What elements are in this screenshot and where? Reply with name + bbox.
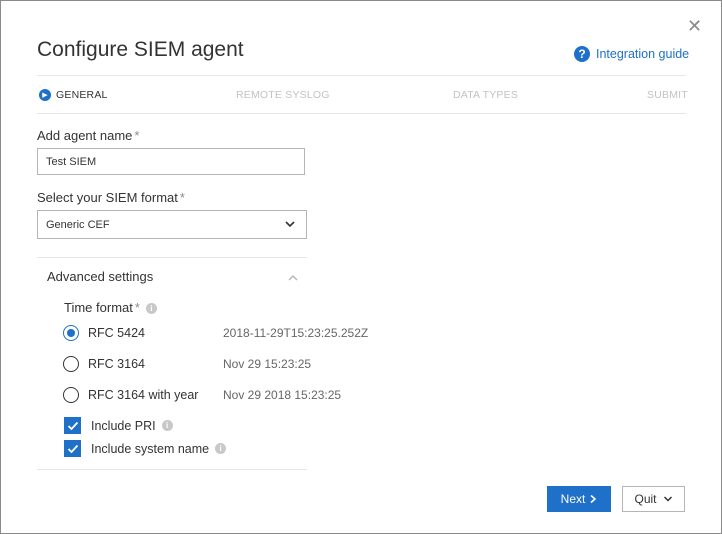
required-marker: * bbox=[179, 190, 185, 205]
siem-format-select[interactable]: Generic CEF bbox=[37, 210, 307, 239]
radio-selected[interactable] bbox=[63, 325, 79, 341]
option-label: RFC 3164 bbox=[88, 357, 145, 371]
step-general: ▶ GENERAL bbox=[39, 89, 108, 101]
chevron-right-icon bbox=[590, 494, 597, 504]
steps-divider bbox=[37, 113, 686, 114]
time-format-option-rfc3164[interactable]: RFC 3164 bbox=[63, 356, 145, 372]
quit-button[interactable]: Quit bbox=[622, 486, 685, 512]
step-general-label: GENERAL bbox=[56, 89, 108, 101]
info-icon[interactable]: i bbox=[215, 443, 227, 454]
include-pri-checkbox[interactable]: Include PRI i bbox=[64, 417, 173, 434]
include-system-name-label: Include system name bbox=[91, 441, 210, 456]
close-icon[interactable]: ✕ bbox=[687, 17, 702, 35]
next-button-label: Next bbox=[560, 492, 586, 506]
integration-guide-link[interactable]: ? Integration guide bbox=[574, 46, 689, 62]
time-format-example: 2018-11-29T15:23:25.252Z bbox=[223, 326, 369, 340]
chevron-down-icon bbox=[285, 221, 295, 228]
time-format-label: Time format * i bbox=[64, 300, 157, 315]
quit-button-label: Quit bbox=[634, 492, 657, 506]
agent-name-label: Add agent name * bbox=[37, 128, 139, 143]
wizard-steps: ▶ GENERAL REMOTE SYSLOG DATA TYPES SUBMI… bbox=[37, 89, 688, 103]
checkmark-icon[interactable] bbox=[64, 417, 81, 434]
siem-format-label-text: Select your SIEM format bbox=[37, 190, 178, 205]
time-format-option-rfc3164-year[interactable]: RFC 3164 with year bbox=[63, 387, 198, 403]
time-format-example: Nov 29 2018 15:23:25 bbox=[223, 388, 342, 402]
step-submit: SUBMIT bbox=[647, 89, 688, 101]
chevron-up-icon[interactable] bbox=[287, 273, 299, 283]
radio-unselected[interactable] bbox=[63, 356, 79, 372]
time-format-option-rfc5424[interactable]: RFC 5424 bbox=[63, 325, 145, 341]
agent-name-label-text: Add agent name bbox=[37, 128, 133, 143]
siem-format-value: Generic CEF bbox=[46, 218, 110, 231]
step-remote-syslog: REMOTE SYSLOG bbox=[236, 89, 330, 101]
chevron-down-icon bbox=[663, 496, 672, 502]
time-format-label-text: Time format bbox=[64, 300, 133, 315]
option-label: RFC 3164 with year bbox=[88, 388, 199, 402]
required-marker: * bbox=[134, 128, 140, 143]
next-button[interactable]: Next bbox=[547, 486, 611, 512]
integration-guide-label: Integration guide bbox=[596, 47, 690, 61]
step-data-types: DATA TYPES bbox=[453, 89, 519, 101]
advanced-top-divider bbox=[37, 257, 307, 258]
advanced-settings-toggle[interactable]: Advanced settings bbox=[47, 269, 153, 284]
checkmark-icon[interactable] bbox=[64, 440, 81, 457]
question-circle-icon: ? bbox=[574, 46, 590, 62]
include-system-name-checkbox[interactable]: Include system name i bbox=[64, 440, 227, 457]
include-pri-label: Include PRI bbox=[91, 418, 156, 433]
agent-name-value: Test SIEM bbox=[46, 155, 97, 168]
option-label: RFC 5424 bbox=[88, 326, 145, 340]
info-icon[interactable]: i bbox=[161, 420, 173, 431]
required-marker: * bbox=[134, 300, 140, 315]
configure-siem-dialog: ✕ Configure SIEM agent ? Integration gui… bbox=[0, 0, 722, 534]
info-icon[interactable]: i bbox=[145, 303, 157, 315]
radio-unselected[interactable] bbox=[63, 387, 79, 403]
agent-name-input[interactable]: Test SIEM bbox=[37, 148, 305, 175]
dialog-title: Configure SIEM agent bbox=[37, 38, 244, 61]
advanced-bottom-divider bbox=[37, 469, 307, 470]
time-format-example: Nov 29 15:23:25 bbox=[223, 357, 312, 371]
play-circle-icon: ▶ bbox=[39, 89, 51, 101]
header-divider bbox=[37, 75, 686, 76]
siem-format-label: Select your SIEM format * bbox=[37, 190, 185, 205]
